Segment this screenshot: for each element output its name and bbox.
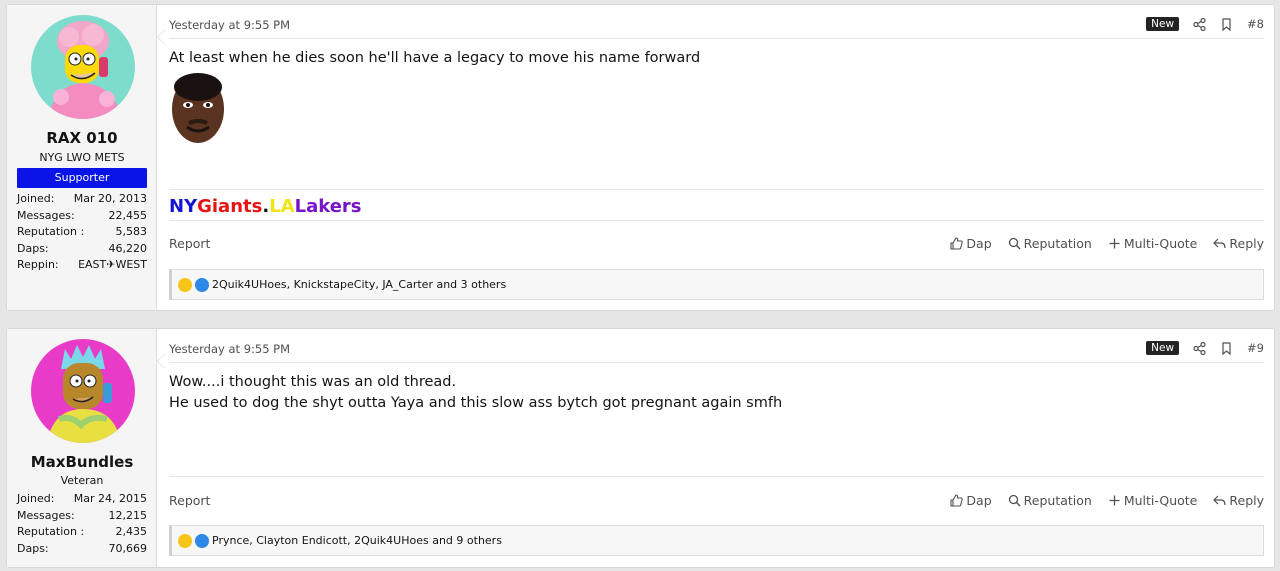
- signature: NYGiants.LALakers: [169, 189, 1264, 221]
- bookmark-icon[interactable]: [1220, 341, 1233, 355]
- post-message: At least when he dies soon he'll have a …: [169, 48, 700, 69]
- post-arrow: [157, 29, 165, 45]
- reactions-text[interactable]: 2Quik4UHoes, KnickstapeCity, JA_Carter a…: [212, 278, 506, 291]
- face-emoji: [169, 69, 227, 147]
- post-arrow: [157, 353, 165, 369]
- post-actions-right: Dap Reputation Multi-Quote Reply: [950, 236, 1264, 251]
- reputation-button[interactable]: Reputation: [1008, 236, 1092, 251]
- like-reaction-icon: [195, 533, 209, 548]
- stat-daps: Daps: 46,220: [17, 241, 147, 255]
- like-reaction-icon: [195, 277, 209, 292]
- stat-messages: Messages: 12,215: [17, 508, 147, 522]
- report-link[interactable]: Report: [169, 493, 210, 508]
- reactions-bar[interactable]: Prynce, Clayton Endicott, 2Quik4UHoes an…: [169, 525, 1264, 556]
- username[interactable]: RAX 010: [7, 129, 157, 147]
- message-line: Wow....i thought this was an old thread.: [169, 374, 457, 390]
- post-number[interactable]: #8: [1247, 17, 1264, 31]
- reply-icon: [1213, 237, 1226, 250]
- supporter-banner: Supporter: [17, 168, 147, 188]
- post-meta-actions: New #9: [1146, 341, 1264, 355]
- post-meta: Yesterday at 9:55 PM New #9: [169, 339, 1264, 363]
- dap-button[interactable]: Dap: [950, 236, 992, 251]
- user-stats: Joined: Mar 20, 2013 Messages: 22,455 Repu…: [17, 191, 147, 274]
- multi-quote-button[interactable]: Multi-Quote: [1108, 236, 1197, 251]
- post-meta: Yesterday at 9:55 PM New #8: [169, 15, 1264, 39]
- reactions-bar[interactable]: 2Quik4UHoes, KnickstapeCity, JA_Carter a…: [169, 269, 1264, 300]
- divider: [169, 476, 1264, 477]
- reactions-text[interactable]: Prynce, Clayton Endicott, 2Quik4UHoes an…: [212, 534, 502, 547]
- avatar[interactable]: [31, 339, 135, 443]
- message-line: At least when he dies soon he'll have a …: [169, 50, 701, 66]
- share-icon[interactable]: [1193, 341, 1206, 355]
- stat-reputation: Reputation :2,435: [17, 525, 147, 539]
- post-actions: Report Dap Reputation Multi-Quote Reply: [169, 234, 1264, 256]
- post-content: Yesterday at 9:55 PM New #9 Wow....i tho…: [169, 329, 1264, 567]
- user-title: Veteran: [60, 474, 104, 487]
- post-actions-right: Dap Reputation Multi-Quote Reply: [950, 493, 1264, 508]
- user-stats: Joined: Mar 24, 2015 Messages: 12,215 Repu…: [17, 491, 147, 557]
- stat-joined: Joined: Mar 24, 2015: [17, 492, 147, 505]
- share-icon[interactable]: [1193, 17, 1206, 31]
- thumbs-up-icon: [950, 237, 964, 250]
- post-meta-actions: New #8: [1146, 17, 1264, 31]
- new-badge: New: [1146, 341, 1180, 355]
- bookmark-icon[interactable]: [1220, 17, 1233, 31]
- user-title: NYG LWO METS: [39, 151, 125, 164]
- reply-button[interactable]: Reply: [1213, 236, 1264, 251]
- stat-joined: Joined: Mar 20, 2013: [17, 192, 147, 205]
- multi-quote-button[interactable]: Multi-Quote: [1108, 493, 1197, 508]
- user-panel: MaxBundles Veteran Joined: Mar 24, 2015 M…: [7, 329, 157, 567]
- username[interactable]: MaxBundles: [7, 453, 157, 471]
- plus-icon: [1108, 237, 1121, 250]
- laugh-reaction-icon: [178, 277, 192, 292]
- reputation-button[interactable]: Reputation: [1008, 493, 1092, 508]
- plus-icon: [1108, 494, 1121, 507]
- search-icon: [1008, 237, 1021, 250]
- sig-part-la: LA: [269, 196, 295, 217]
- thumbs-up-icon: [950, 494, 964, 507]
- laugh-reaction-icon: [178, 533, 192, 548]
- post-content: Yesterday at 9:55 PM New #8 At least whe…: [169, 5, 1264, 310]
- message-line: He used to dog the shyt outta Yaya and t…: [169, 395, 783, 411]
- reply-icon: [1213, 494, 1226, 507]
- report-link[interactable]: Report: [169, 236, 210, 251]
- post-number[interactable]: #9: [1247, 341, 1264, 355]
- avatar[interactable]: [31, 15, 135, 119]
- stat-reputation: Reputation :5,583: [17, 225, 147, 239]
- user-panel: RAX 010 NYG LWO METS Supporter Joined: Ma…: [7, 5, 157, 310]
- reply-button[interactable]: Reply: [1213, 493, 1264, 508]
- sig-part-ny: NY: [169, 196, 198, 217]
- post-date[interactable]: Yesterday at 9:55 PM: [169, 342, 290, 356]
- post-date[interactable]: Yesterday at 9:55 PM: [169, 18, 290, 32]
- post-message: Wow....i thought this was an old thread.…: [169, 372, 782, 414]
- post-9: MaxBundles Veteran Joined: Mar 24, 2015 M…: [6, 328, 1275, 568]
- new-badge: New: [1146, 17, 1180, 31]
- sig-part-giants: Giants: [197, 196, 263, 217]
- stat-messages: Messages: 22,455: [17, 208, 147, 222]
- post-8: RAX 010 NYG LWO METS Supporter Joined: Ma…: [6, 4, 1275, 311]
- stat-daps: Daps: 70,669: [17, 541, 147, 555]
- dap-button[interactable]: Dap: [950, 493, 992, 508]
- post-actions: Report Dap Reputation Multi-Quote Reply: [169, 491, 1264, 513]
- stat-reppin: Reppin: EAST✈WEST: [17, 258, 147, 272]
- sig-part-lakers: Lakers: [294, 196, 362, 217]
- search-icon: [1008, 494, 1021, 507]
